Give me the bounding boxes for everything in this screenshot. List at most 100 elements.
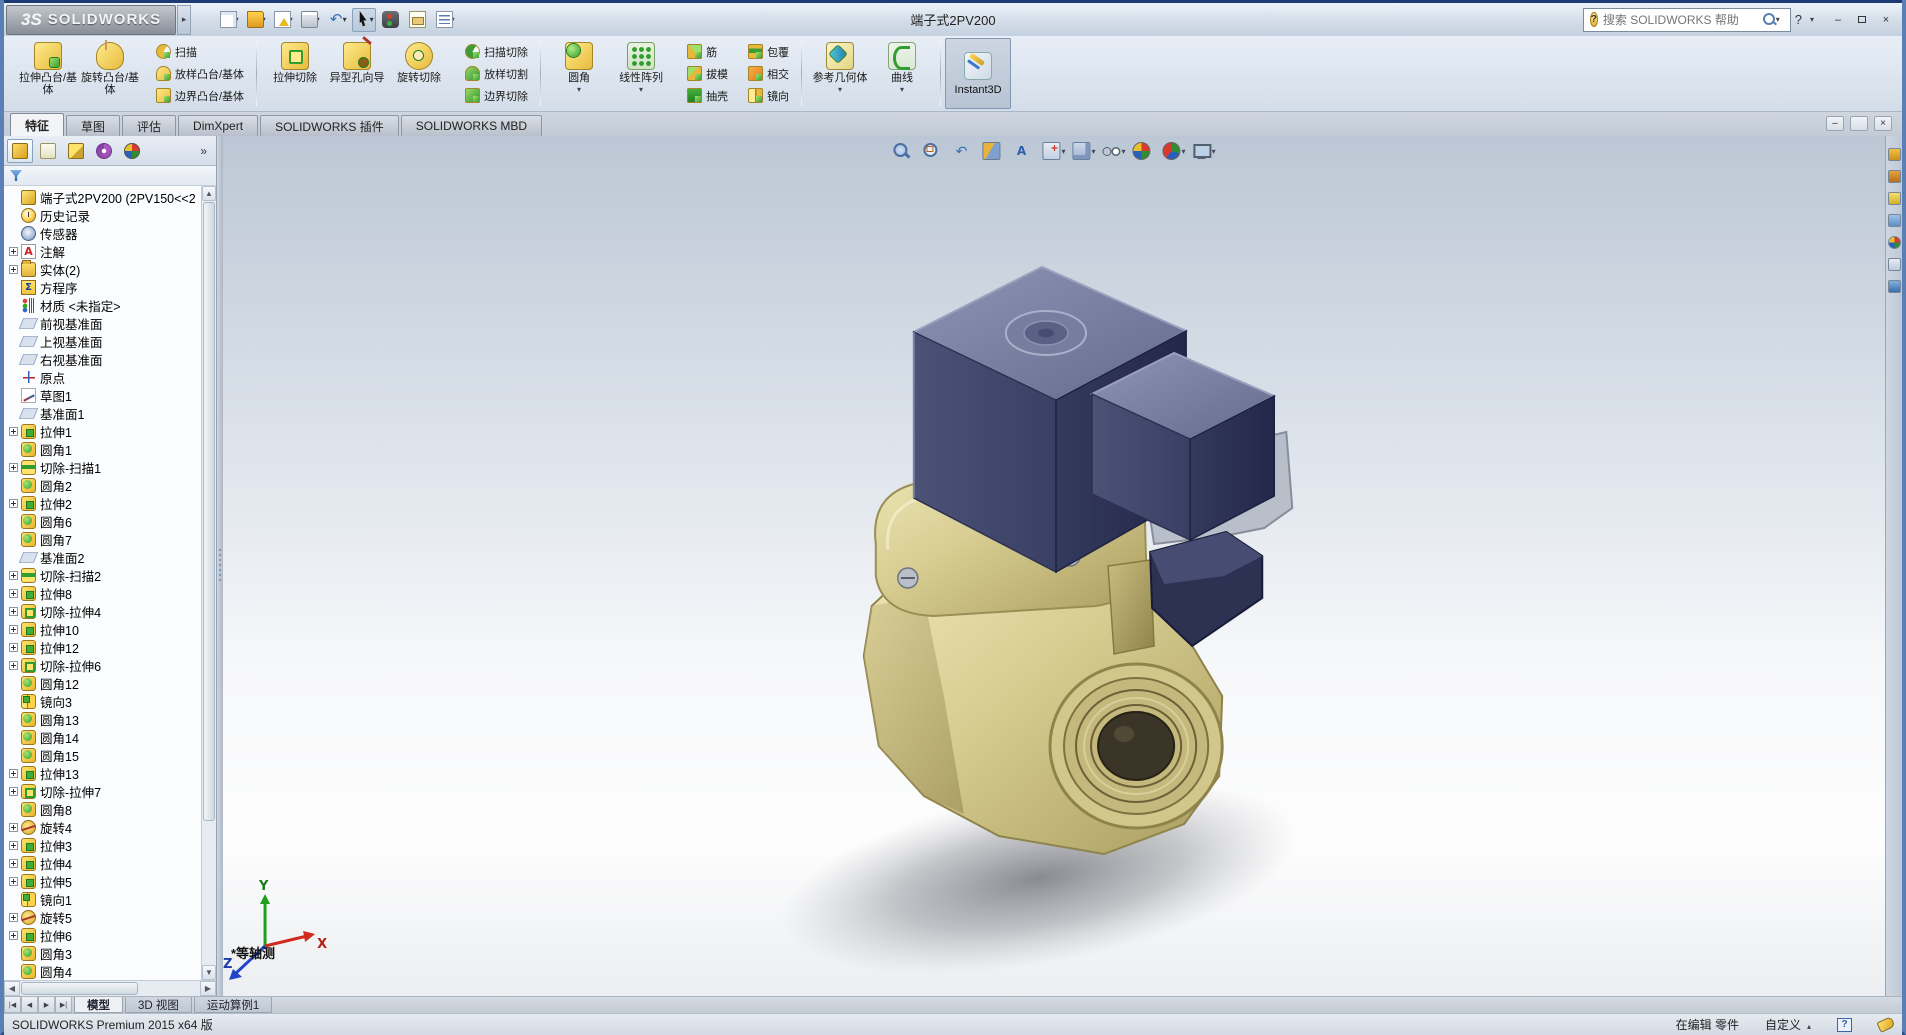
tree-item[interactable]: 拉伸4	[8, 854, 201, 872]
design-library-icon[interactable]	[1888, 170, 1901, 183]
tree-item[interactable]: 历史记录	[8, 206, 201, 224]
expand-plus-icon[interactable]	[9, 787, 18, 796]
dimxpertmanager-tab[interactable]	[91, 139, 117, 163]
expand-plus-icon[interactable]	[9, 859, 18, 868]
ribbon-button[interactable]: 圆角 ▾	[549, 39, 609, 108]
model-canvas[interactable]: Y X Z	[223, 136, 1885, 996]
tree-item[interactable]: 右视基准面	[8, 350, 201, 368]
scroll-left-icon[interactable]: ◀	[4, 981, 20, 996]
ribbon-button[interactable]: 参考几何体 ▾	[810, 39, 870, 108]
print-button[interactable]: ▾	[298, 8, 322, 32]
tree-vertical-scrollbar[interactable]: ▲ ▼	[201, 186, 216, 980]
command-tab[interactable]: 评估	[122, 115, 176, 136]
tree-item[interactable]: 拉伸8	[8, 584, 201, 602]
nav-next-button[interactable]: ▶	[38, 997, 55, 1013]
tree-item[interactable]: 圆角1	[8, 440, 201, 458]
expand-plus-icon[interactable]	[9, 499, 18, 508]
dropdown-arrow-icon[interactable]: ▾	[370, 15, 374, 24]
minimize-button[interactable]: –	[1828, 12, 1848, 28]
dropdown-arrow-icon[interactable]: ▾	[1212, 147, 1216, 156]
tree-item[interactable]: 上视基准面	[8, 332, 201, 350]
expand-plus-icon[interactable]	[9, 913, 18, 922]
expand-plus-icon[interactable]	[9, 841, 18, 850]
expand-plus-icon[interactable]	[9, 589, 18, 598]
expand-plus-icon[interactable]	[9, 769, 18, 778]
tree-item[interactable]: 切除-扫描2	[8, 566, 201, 584]
document-tab[interactable]: 3D 视图	[125, 997, 192, 1013]
ribbon-button[interactable]: 拔模	[683, 64, 732, 84]
menu-expand-button[interactable]: ▸	[177, 5, 191, 35]
tree-item[interactable]: 拉伸12	[8, 638, 201, 656]
ribbon-button[interactable]: 镜向	[744, 86, 793, 106]
expand-plus-icon[interactable]	[9, 463, 18, 472]
dropdown-arrow-icon[interactable]: ▾	[1092, 147, 1096, 156]
expand-plus-icon[interactable]	[9, 247, 18, 256]
save-button[interactable]: ▾	[271, 8, 295, 32]
tree-item[interactable]: 切除-拉伸7	[8, 782, 201, 800]
scroll-down-icon[interactable]: ▼	[202, 965, 216, 980]
expand-plus-icon[interactable]	[9, 607, 18, 616]
ribbon-button[interactable]: 曲线 ▾	[872, 39, 932, 108]
expand-plus-icon[interactable]	[9, 877, 18, 886]
nav-prev-button[interactable]: ◀	[21, 997, 38, 1013]
ribbon-button[interactable]: 扫描	[152, 42, 248, 62]
view-palette-icon[interactable]	[1888, 214, 1901, 227]
tree-item[interactable]: 拉伸6	[8, 926, 201, 944]
expand-plus-icon[interactable]	[9, 823, 18, 832]
propertymanager-tab[interactable]	[35, 139, 61, 163]
ribbon-button[interactable]: 放样切割	[461, 64, 532, 84]
tree-item[interactable]: 方程序	[8, 278, 201, 296]
status-custom-dropdown[interactable]: 自定义▴	[1765, 1016, 1811, 1033]
tree-item[interactable]: 传感器	[8, 224, 201, 242]
ribbon-button[interactable]: 包覆	[744, 42, 793, 62]
tree-item[interactable]: 原点	[8, 368, 201, 386]
zoom-to-area-button[interactable]: ▾	[920, 140, 947, 162]
help-menu-button[interactable]: ?	[1795, 12, 1802, 27]
command-tab[interactable]: SOLIDWORKS 插件	[260, 115, 399, 136]
ribbon-button[interactable]: 拉伸凸台/基体	[18, 39, 78, 108]
expand-plus-icon[interactable]	[9, 931, 18, 940]
ribbon-button[interactable]: 扫描切除	[461, 42, 532, 62]
featuremanager-tree-tab[interactable]	[7, 139, 33, 163]
tree-item[interactable]: 圆角3	[8, 944, 201, 962]
expand-plus-icon[interactable]	[9, 427, 18, 436]
section-view-button[interactable]: ▾	[980, 140, 1007, 162]
graphics-viewport[interactable]: Y X Z ▾ ▾ ▾	[223, 136, 1885, 996]
tree-item[interactable]: 拉伸10	[8, 620, 201, 638]
tree-item[interactable]: 圆角7	[8, 530, 201, 548]
configurationmanager-tab[interactable]	[63, 139, 89, 163]
tree-item[interactable]: 镜向1	[8, 890, 201, 908]
dropdown-arrow-icon[interactable]: ▾	[1122, 147, 1126, 156]
document-tab[interactable]: 运动算例1	[194, 997, 272, 1013]
scroll-up-icon[interactable]: ▲	[202, 186, 216, 201]
edit-appearance-button[interactable]: ▾	[1131, 140, 1158, 162]
displaymanager-tab[interactable]	[119, 139, 145, 163]
nav-last-button[interactable]: ▶|	[55, 997, 72, 1013]
appearances-scenes-icon[interactable]	[1888, 236, 1901, 249]
zoom-to-fit-button[interactable]: ▾	[890, 140, 917, 162]
command-tab[interactable]: SOLIDWORKS MBD	[401, 115, 542, 136]
ribbon-button[interactable]: 异型孔向导	[327, 39, 387, 108]
status-help-icon[interactable]: ?	[1837, 1018, 1852, 1032]
tree-item[interactable]: 拉伸13	[8, 764, 201, 782]
open-button[interactable]: ▾	[244, 8, 268, 32]
new-document-button[interactable]: ▾	[217, 8, 241, 32]
command-tab[interactable]: 草图	[66, 115, 120, 136]
scrollbar-thumb[interactable]	[203, 202, 215, 821]
tree-item[interactable]: 圆角2	[8, 476, 201, 494]
tree-item[interactable]: 切除-拉伸4	[8, 602, 201, 620]
restore-button[interactable]	[1852, 12, 1872, 28]
undo-button[interactable]: ▾	[325, 8, 349, 32]
tree-item[interactable]: 圆角4	[8, 962, 201, 980]
tree-item[interactable]: 基准面1	[8, 404, 201, 422]
status-tag-icon[interactable]	[1876, 1016, 1895, 1033]
scrollbar-thumb[interactable]	[21, 982, 138, 995]
file-explorer-icon[interactable]	[1888, 192, 1901, 205]
document-tab[interactable]: 模型	[74, 997, 123, 1013]
tree-item[interactable]: 注解	[8, 242, 201, 260]
tree-item[interactable]: 基准面2	[8, 548, 201, 566]
view-settings-button[interactable]: ▾	[1191, 140, 1218, 162]
doc-restore-button[interactable]	[1850, 116, 1868, 131]
close-button[interactable]: ×	[1876, 12, 1896, 28]
ribbon-button[interactable]: 旋转凸台/基体	[80, 39, 140, 108]
